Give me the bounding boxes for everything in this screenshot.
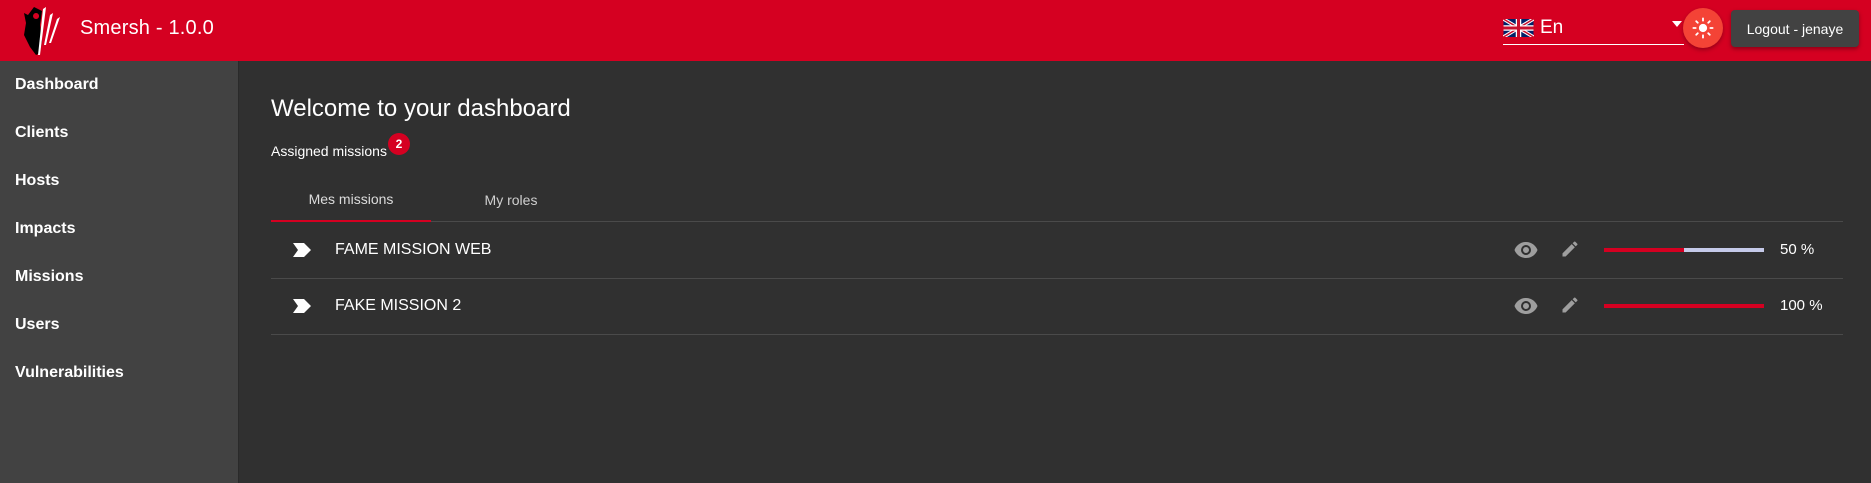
eye-icon[interactable] <box>1514 241 1538 259</box>
sidebar-nav: Dashboard Clients Hosts Impacts Missions… <box>0 61 239 483</box>
sidebar-item-clients[interactable]: Clients <box>0 109 238 157</box>
assigned-missions-label: Assigned missions <box>271 143 387 159</box>
sidebar-item-hosts[interactable]: Hosts <box>0 157 238 205</box>
main-content: Welcome to your dashboard Assigned missi… <box>240 61 1871 483</box>
tab-mes-missions[interactable]: Mes missions <box>271 177 431 222</box>
sidebar-item-users[interactable]: Users <box>0 301 238 349</box>
sidebar-item-missions[interactable]: Missions <box>0 253 238 301</box>
app-title: Smersh - 1.0.0 <box>80 17 214 39</box>
mission-name: FAME MISSION WEB <box>335 241 492 258</box>
mission-progress-label: 100 % <box>1780 297 1823 314</box>
sun-icon <box>1692 17 1714 39</box>
label-arrow-icon <box>293 243 311 257</box>
missions-list: FAME MISSION WEB 50 % FAKE MISSION 2 100… <box>271 223 1843 335</box>
chevron-down-icon <box>1672 21 1682 27</box>
list-item: FAME MISSION WEB 50 % <box>271 223 1843 279</box>
mission-progress-label: 50 % <box>1780 241 1815 258</box>
sidebar-item-impacts[interactable]: Impacts <box>0 205 238 253</box>
uk-flag-icon <box>1503 19 1534 37</box>
mission-progress-bar <box>1604 248 1764 252</box>
tab-bar: Mes missions My roles <box>271 177 1843 222</box>
mission-progress-bar <box>1604 304 1764 308</box>
logout-button[interactable]: Logout - jenaye <box>1731 10 1859 47</box>
sidebar-item-vulnerabilities[interactable]: Vulnerabilities <box>0 349 238 397</box>
language-label: En <box>1540 17 1564 38</box>
top-app-bar: Smersh - 1.0.0 En Logout - jenaye <box>0 0 1871 61</box>
pencil-icon[interactable] <box>1560 239 1580 259</box>
sidebar-item-dashboard[interactable]: Dashboard <box>0 61 238 109</box>
label-arrow-icon <box>293 299 311 313</box>
theme-toggle-button[interactable] <box>1683 8 1723 48</box>
pencil-icon[interactable] <box>1560 295 1580 315</box>
list-item: FAKE MISSION 2 100 % <box>271 279 1843 335</box>
smersh-logo-icon <box>24 7 60 55</box>
language-select[interactable]: En <box>1503 12 1684 45</box>
eye-icon[interactable] <box>1514 297 1538 315</box>
mission-name: FAKE MISSION 2 <box>335 297 462 314</box>
tab-my-roles[interactable]: My roles <box>431 177 591 222</box>
page-title: Welcome to your dashboard <box>271 95 571 122</box>
assigned-missions-badge: 2 <box>388 133 410 155</box>
